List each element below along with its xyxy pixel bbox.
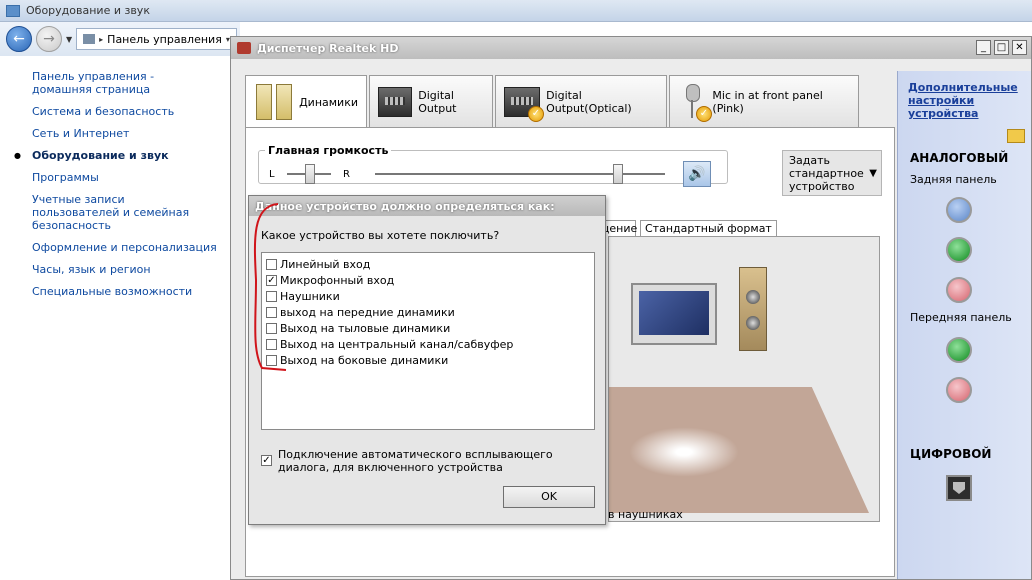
tab-digital-output-optical[interactable]: ✓ Digital Output(Optical) [495,75,667,127]
checkbox[interactable] [266,354,277,366]
speakers-icon [254,82,293,124]
forward-button[interactable]: → [36,26,62,52]
speaker-right-icon[interactable] [739,267,767,351]
checkbox[interactable] [266,258,277,270]
sidebar-item-security[interactable]: Система и безопасность [18,105,228,118]
folder-icon [6,4,20,17]
cp-titlebar: Оборудование и звук [0,0,1032,22]
digital-output-icon [378,86,413,117]
checkbox[interactable] [266,338,277,350]
auto-popup-option[interactable]: ✓ Подключение автоматического всплывающе… [261,448,578,474]
folder-icon[interactable] [1007,129,1025,143]
dialog-question: Какое устройство вы хотете поключить? [261,229,500,242]
auto-popup-label: Подключение автоматического всплывающего… [278,448,553,474]
option-label: Наушники [280,289,340,303]
tab-label: Digital Output [418,88,457,115]
mute-button[interactable]: 🔊 [683,161,711,187]
option-label: Микрофонный вход [280,273,395,287]
close-button[interactable]: ✕ [1012,40,1027,55]
control-panel-icon [83,34,96,44]
listener-glow [629,427,739,477]
checkbox[interactable] [266,290,277,302]
sidebar-item-accounts[interactable]: Учетные записи пользователей и семейная … [18,193,196,232]
option-label: выход на передние динамики [280,305,455,319]
cp-window-title: Оборудование и звук [26,4,150,17]
jack-blue-icon[interactable] [946,197,972,223]
tab-mic-front[interactable]: ✓ Mic in at front panel (Pink) [669,75,859,127]
option-line-in[interactable]: Линейный вход [266,256,590,272]
tv-icon [631,283,717,345]
sidebar-item-accessibility[interactable]: Специальные возможности [18,285,228,298]
device-tabs: Динамики Digital Output ✓ Digital Output… [245,75,861,129]
tab-digital-output[interactable]: Digital Output [369,75,493,127]
check-badge-icon: ✓ [528,106,544,122]
realtek-titlebar: Диспетчер Realtek HD _ □ ✕ [231,37,1031,59]
jack-green-icon[interactable] [946,237,972,263]
digital-heading: ЦИФРОВОЙ [910,447,992,461]
option-front-speakers[interactable]: выход на передние динамики [266,304,590,320]
jack-front-green-icon[interactable] [946,337,972,363]
option-rear-speakers[interactable]: Выход на тыловые динамики [266,320,590,336]
main-volume-group: Главная громкость L R 🔊 [258,144,728,187]
minimize-button[interactable]: _ [976,40,991,55]
tab-label: Digital Output(Optical) [546,88,632,115]
window-controls: _ □ ✕ [976,40,1027,55]
dialog-title: Данное устройство должно определяться ка… [249,196,605,216]
sidebar-item-network[interactable]: Сеть и Интернет [18,127,228,140]
main-volume-label: Главная громкость [265,144,392,157]
back-button[interactable]: ← [6,26,32,52]
rear-panel-label: Задняя панель [910,173,997,186]
option-headphones[interactable]: Наушники [266,288,590,304]
option-label: Линейный вход [280,257,371,271]
sidebar-item-hardware[interactable]: Оборудование и звук [14,149,228,162]
checkbox[interactable]: ✓ [266,274,277,286]
speaker-config-scene [608,236,880,522]
device-type-list: Линейный вход ✓ Микрофонный вход Наушники… [261,252,595,430]
speaker-icon [237,42,251,54]
address-bar: ← → ▼ ▸ Панель управления ▾ [0,22,240,56]
tab-speakers[interactable]: Динамики [245,75,367,129]
option-side-speakers[interactable]: Выход на боковые динамики [266,352,590,368]
volume-slider-thumb[interactable] [613,164,623,184]
breadcrumb[interactable]: ▸ Панель управления ▾ [76,28,237,50]
sidebar-item-clock[interactable]: Часы, язык и регион [18,263,228,276]
maximize-button[interactable]: □ [994,40,1009,55]
sidebar-item-appearance[interactable]: Оформление и персонализация [18,241,228,254]
optical-port-icon[interactable] [946,475,972,501]
tab-label: Mic in at front panel (Pink) [712,88,823,115]
tab-label: Динамики [299,96,358,109]
auto-popup-checkbox[interactable]: ✓ [261,455,272,466]
jack-pink-icon[interactable] [946,277,972,303]
check-badge-icon: ✓ [696,106,712,122]
history-dropdown-icon[interactable]: ▼ [66,35,72,44]
dropdown-arrow-icon[interactable]: ▼ [869,167,877,180]
option-label: Выход на боковые динамики [280,353,449,367]
set-default-device-button[interactable]: Задать стандартное устройство ▼ [782,150,882,196]
breadcrumb-control-panel[interactable]: Панель управления [107,33,222,46]
checkbox[interactable] [266,322,277,334]
option-label: Выход на центральный канал/сабвуфер [280,337,514,351]
balance-right-label: R [343,169,350,180]
sidebar-item-programs[interactable]: Программы [18,171,228,184]
option-mic-in[interactable]: ✓ Микрофонный вход [266,272,590,288]
jack-front-pink-icon[interactable] [946,377,972,403]
device-type-dialog: Данное устройство должно определяться ка… [248,195,606,525]
checkbox[interactable] [266,306,277,318]
option-label: Выход на тыловые динамики [280,321,451,335]
realtek-title: Диспетчер Realtek HD [257,41,399,55]
balance-left-label: L [269,169,275,180]
balance-slider-thumb[interactable] [305,164,315,184]
advanced-settings-link[interactable]: Дополнительные настройки устройства [908,81,1018,120]
sidebar-item-home[interactable]: Панель управления - домашняя страница [18,70,196,96]
option-center-sub[interactable]: Выход на центральный канал/сабвуфер [266,336,590,352]
ok-button[interactable]: OK [503,486,595,508]
analog-heading: АНАЛОГОВЫЙ [910,151,1009,165]
jack-side-panel: Дополнительные настройки устройства АНАЛ… [897,71,1031,579]
cp-sidebar: Панель управления - домашняя страница Си… [14,70,228,307]
headphones-text: в наушниках [608,508,683,521]
set-default-label: Задать стандартное устройство [789,154,864,193]
chevron-right-icon: ▸ [99,34,104,44]
front-panel-label: Передняя панель [910,311,1012,324]
